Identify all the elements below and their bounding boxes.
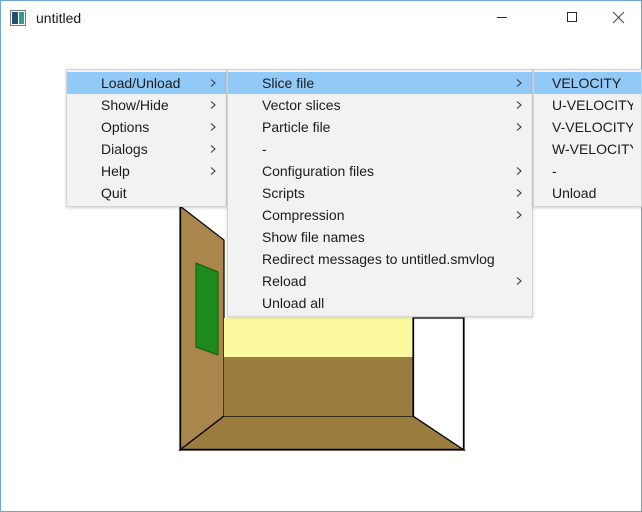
menu-item-load-unload[interactable]: Load/Unload [67,72,226,94]
menu-item-dialogs[interactable]: Dialogs [67,138,226,160]
menu-item-configuration-files[interactable]: Configuration files [228,160,532,182]
menu-item-w-velocity[interactable]: W-VELOCITY [534,138,641,160]
chevron-right-icon [514,188,524,198]
door [195,262,219,356]
menu-item-label: Configuration files [262,163,375,179]
menu-item-label: - [262,141,267,157]
menu-item-label: Show file names [262,229,365,245]
menu-item-label: U-VELOCITY [552,97,633,113]
menu-item-label: - [552,163,557,179]
application-window: untitled Load/Unload Show/Hide Options D… [0,0,642,512]
menu-item-show-hide[interactable]: Show/Hide [67,94,226,116]
menu-item-label: Dialogs [101,141,148,157]
minimize-icon [495,10,509,24]
menu-item-scripts[interactable]: Scripts [228,182,532,204]
menu-item-label: W-VELOCITY [552,141,633,157]
chevron-right-icon [514,166,524,176]
menu-item-help[interactable]: Help [67,160,226,182]
back-wall-slice [224,318,413,357]
menu-item-label: VELOCITY [552,75,622,91]
menu-item-label: Vector slices [262,97,341,113]
window-title: untitled [36,9,82,26]
title-bar: untitled [1,1,641,34]
menu-item-label: Redirect messages to untitled.smvlog [262,251,495,267]
menu-item-label: Reload [262,273,307,289]
chevron-right-icon [514,122,524,132]
menu-item-quit[interactable]: Quit [67,182,226,204]
chevron-right-icon [208,122,218,132]
chevron-right-icon [514,276,524,286]
app-icon [10,9,26,26]
menu-item-show-file-names[interactable]: Show file names [228,226,532,248]
minimize-button[interactable] [479,1,525,33]
menu-item-redirect-messages[interactable]: Redirect messages to untitled.smvlog [228,248,532,270]
menu-item-label: Scripts [262,185,305,201]
menu-item-v-velocity[interactable]: V-VELOCITY [534,116,641,138]
chevron-right-icon [208,166,218,176]
main-menu[interactable]: Load/Unload Show/Hide Options Dialogs He… [66,69,227,207]
menu-item-label: V-VELOCITY [552,119,633,135]
menu-item-u-velocity[interactable]: U-VELOCITY [534,94,641,116]
maximize-button[interactable] [549,1,595,33]
chevron-right-icon [208,100,218,110]
menu-item-slice-file[interactable]: Slice file [228,72,532,94]
chevron-right-icon [514,78,524,88]
menu-item-label: Quit [101,185,127,201]
menu-item-separator: - [534,160,641,182]
load-unload-menu[interactable]: Slice file Vector slices Particle file -… [227,69,533,317]
menu-item-particle-file[interactable]: Particle file [228,116,532,138]
menu-item-label: Unload [552,185,597,201]
maximize-icon [565,10,579,24]
menu-item-label: Load/Unload [101,75,181,91]
slice-file-menu[interactable]: VELOCITY U-VELOCITY V-VELOCITY W-VELOCIT… [533,69,642,207]
menu-item-label: Help [101,163,130,179]
chevron-right-icon [514,100,524,110]
menu-item-label: Options [101,119,150,135]
menu-item-label: Compression [262,207,345,223]
close-button[interactable] [595,1,641,33]
menu-item-label: Show/Hide [101,97,169,113]
menu-item-velocity[interactable]: VELOCITY [534,72,641,94]
menu-item-label: Particle file [262,119,331,135]
app-icon-left-bar [12,11,18,24]
chevron-right-icon [208,78,218,88]
menu-item-reload[interactable]: Reload [228,270,532,292]
menu-item-separator: - [228,138,532,160]
close-icon [611,10,626,25]
app-icon-right-bar [19,11,24,24]
menu-item-label: Unload all [262,295,325,311]
menu-item-unload[interactable]: Unload [534,182,641,204]
menu-item-options[interactable]: Options [67,116,226,138]
menu-item-compression[interactable]: Compression [228,204,532,226]
menu-item-label: Slice file [262,75,315,91]
menu-item-unload-all[interactable]: Unload all [228,292,532,314]
menu-item-vector-slices[interactable]: Vector slices [228,94,532,116]
back-wall-lower [224,357,413,416]
chevron-right-icon [208,144,218,154]
chevron-right-icon [514,210,524,220]
